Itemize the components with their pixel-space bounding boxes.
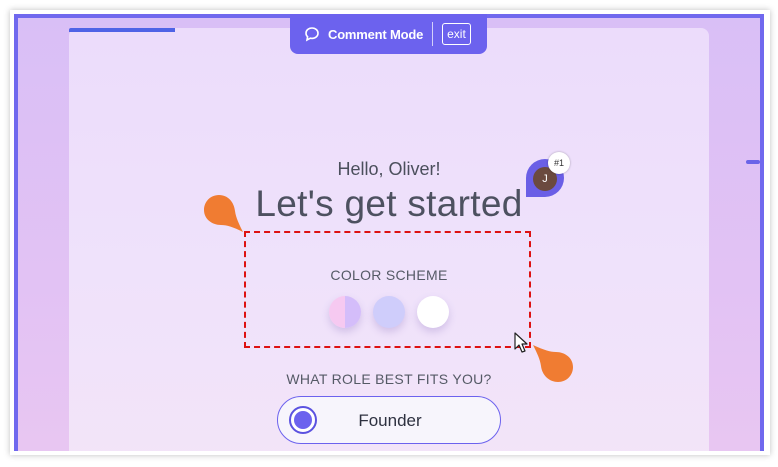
comment-mode-label: Comment Mode <box>328 26 424 42</box>
role-option-founder[interactable]: Founder <box>277 396 501 444</box>
role-option-label: Founder <box>358 411 422 430</box>
greeting-text: Hello, Oliver! <box>337 159 441 179</box>
comment-pin[interactable]: J #1 <box>526 152 570 197</box>
comment-selection-outline <box>244 231 531 348</box>
comment-bar-divider <box>432 22 434 46</box>
progress-bar <box>69 28 175 32</box>
mouse-cursor-icon <box>514 332 528 353</box>
exit-comment-mode-button[interactable]: exit <box>442 23 471 45</box>
comment-number-badge: #1 <box>548 152 570 174</box>
color-scheme-label: COLOR SCHEME <box>330 267 448 283</box>
comment-mode-bar: Comment Mode exit <box>290 14 487 54</box>
comment-bubble-icon <box>305 27 319 42</box>
color-swatch-white[interactable] <box>417 296 449 328</box>
color-swatch-pink-lavender[interactable] <box>329 296 361 328</box>
annotation-pin-icon[interactable] <box>203 194 245 234</box>
page-title: Let's get started <box>255 183 523 224</box>
color-swatch-periwinkle[interactable] <box>373 296 405 328</box>
role-question-label: WHAT ROLE BEST FITS YOU? <box>286 371 492 387</box>
